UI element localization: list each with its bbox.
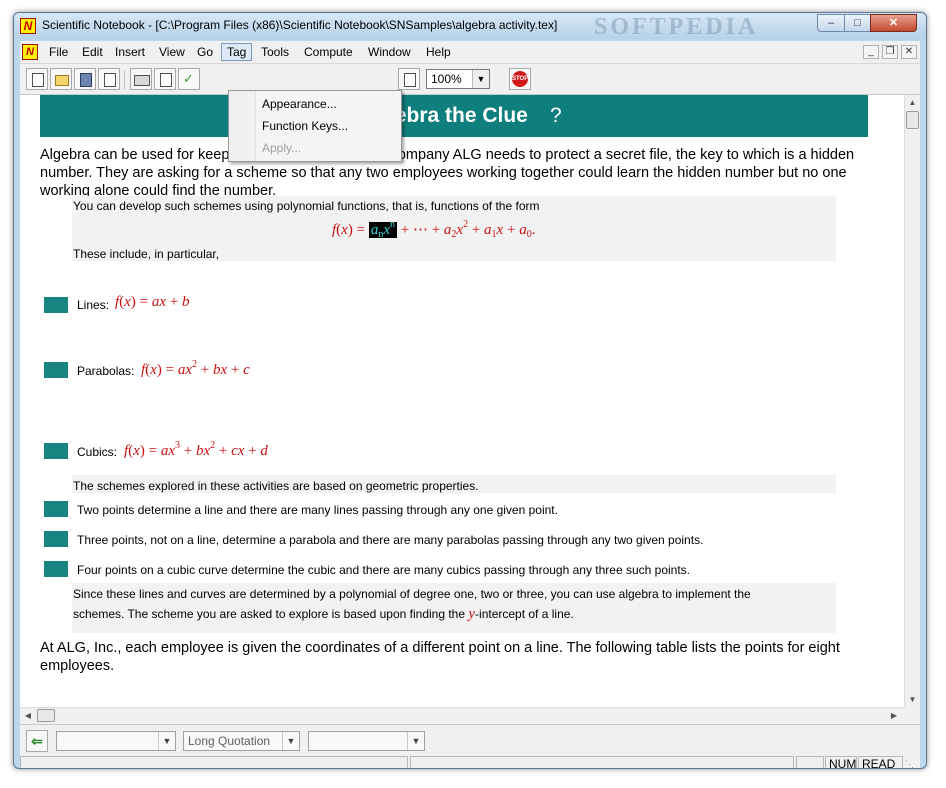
item-tag-select[interactable]: ▼: [56, 731, 176, 751]
vertical-scroll-thumb[interactable]: [906, 111, 919, 129]
text-tag-select[interactable]: ▼: [308, 731, 425, 751]
horizontal-scroll-thumb[interactable]: [37, 709, 55, 722]
minimize-button[interactable]: –: [817, 14, 845, 32]
menu-bar: N File Edit Insert View Go Tag Tools Com…: [20, 41, 920, 64]
maximize-button[interactable]: □: [844, 14, 871, 32]
scroll-up-icon[interactable]: ▲: [905, 95, 920, 110]
back-arrow-icon[interactable]: ⇐: [26, 730, 48, 752]
vertical-scrollbar[interactable]: ▲ ▼: [904, 95, 920, 707]
bullet-box: [44, 297, 68, 313]
toolbar-separator: [124, 70, 125, 90]
scrollbar-corner: [904, 707, 920, 723]
bullet-box: [44, 561, 68, 577]
menu-file[interactable]: File: [44, 44, 73, 60]
save-disk-icon[interactable]: [74, 68, 96, 90]
menu-go[interactable]: Go: [192, 44, 218, 60]
menu-tools[interactable]: Tools: [256, 44, 294, 60]
app-window: N Scientific Notebook - [C:\Program File…: [13, 12, 927, 769]
toolbar: ✓ 100% ▼ STOP: [20, 64, 920, 95]
section-tag-value: Long Quotation: [188, 734, 271, 748]
section-tag-select[interactable]: Long Quotation ▼: [183, 731, 300, 751]
stop-icon: STOP: [512, 71, 528, 87]
schemes-text: You can develop such schemes using polyn…: [73, 199, 540, 213]
status-bar: NUM READ ⋱: [20, 755, 920, 768]
chevron-down-icon[interactable]: ▼: [282, 732, 299, 750]
menu-view[interactable]: View: [154, 44, 190, 60]
cubics-formula: f(x) = ax3 + bx2 + cx + d: [124, 440, 268, 459]
tag-menu-dropdown: Appearance... Function Keys... Apply...: [228, 90, 402, 162]
geom-text: The schemes explored in these activities…: [73, 479, 479, 493]
parabolas-label: Parabolas:: [77, 364, 135, 378]
num-lock-indicator: NUM: [825, 756, 857, 768]
bullet-text: Four points on a cubic curve determine t…: [77, 563, 691, 577]
table-icon[interactable]: [398, 68, 420, 90]
status-info: [410, 756, 794, 768]
zoom-select[interactable]: 100% ▼: [426, 69, 490, 89]
menu-item-appearance[interactable]: Appearance...: [229, 94, 401, 114]
close-button[interactable]: ✕: [870, 14, 917, 32]
bullet-box: [44, 362, 68, 378]
open-folder-icon[interactable]: [50, 68, 72, 90]
since-text-a: schemes. The scheme you are asked to exp…: [73, 607, 469, 621]
scroll-left-icon[interactable]: ◀: [20, 708, 36, 723]
chevron-down-icon[interactable]: ▼: [472, 70, 489, 88]
lines-label: Lines:: [77, 298, 110, 312]
mdi-close-button[interactable]: ✕: [901, 45, 917, 59]
status-cell: [796, 756, 824, 768]
parabolas-formula: f(x) = ax2 + bx + c: [141, 359, 250, 378]
app-logo-icon: N: [20, 18, 36, 34]
page-title-qmark: ?: [550, 104, 562, 127]
client-area: N File Edit Insert View Go Tag Tools Com…: [20, 41, 920, 768]
window-title: Scientific Notebook - [C:\Program Files …: [42, 18, 558, 32]
title-bar[interactable]: N Scientific Notebook - [C:\Program File…: [14, 13, 926, 40]
menu-item-function-keys[interactable]: Function Keys...: [229, 116, 401, 136]
bullet-box: [44, 531, 68, 547]
polynomial-formula: f(x) = anxn + ⋯ + a2x2 + a1x + a0.: [332, 219, 536, 240]
menu-item-apply: Apply...: [262, 141, 302, 155]
watermark: SOFTPEDIA: [594, 14, 759, 40]
closing-paragraph: At ALG, Inc., each employee is given the…: [40, 640, 840, 674]
chevron-down-icon[interactable]: ▼: [158, 732, 175, 750]
heading-banner: gebra the Clue ?: [40, 95, 868, 137]
since-text-b: -intercept of a line.: [475, 607, 574, 621]
page-title: gebra the Clue: [382, 104, 528, 127]
include-text: These include, in particular,: [73, 247, 220, 261]
scroll-right-icon[interactable]: ▶: [886, 708, 902, 723]
stop-button[interactable]: STOP: [509, 68, 531, 90]
print-preview-icon[interactable]: [154, 68, 176, 90]
document-icon[interactable]: N: [22, 44, 38, 60]
read-mode-indicator: READ: [858, 756, 903, 768]
status-message: [20, 756, 408, 768]
since-text-line2: schemes. The scheme you are asked to exp…: [73, 606, 574, 623]
tag-toolbar: ⇐ ▼ Long Quotation ▼ ▼: [20, 724, 920, 755]
mdi-minimize-button[interactable]: _: [863, 45, 879, 59]
spell-check-icon[interactable]: ✓: [178, 68, 200, 90]
menu-insert[interactable]: Insert: [110, 44, 150, 60]
intro-paragraph: Algebra can be used for keeping (and tel…: [40, 147, 855, 199]
save-as-icon[interactable]: [98, 68, 120, 90]
menu-help[interactable]: Help: [421, 44, 456, 60]
since-text-line1: Since these lines and curves are determi…: [73, 587, 751, 601]
cubics-label: Cubics:: [77, 445, 118, 459]
resize-grip-icon[interactable]: ⋱: [905, 759, 914, 768]
chevron-down-icon[interactable]: ▼: [407, 732, 424, 750]
menu-window[interactable]: Window: [363, 44, 416, 60]
bullet-box: [44, 443, 68, 459]
menu-compute[interactable]: Compute: [299, 44, 358, 60]
menu-edit[interactable]: Edit: [77, 44, 108, 60]
horizontal-scrollbar[interactable]: ◀ ▶: [20, 707, 904, 723]
zoom-value: 100%: [431, 72, 462, 86]
document-area[interactable]: gebra the Clue ? Algebra can be used for…: [20, 95, 904, 707]
scroll-down-icon[interactable]: ▼: [905, 692, 920, 707]
selected-term[interactable]: anxn: [368, 219, 397, 240]
menu-tag[interactable]: Tag: [221, 43, 253, 61]
bullet-text: Two points determine a line and there ar…: [77, 503, 558, 517]
mdi-restore-button[interactable]: ❐: [882, 45, 898, 59]
print-icon[interactable]: [130, 68, 152, 90]
lines-formula: f(x) = ax + b: [115, 294, 190, 310]
bullet-text: Three points, not on a line, determine a…: [77, 533, 704, 547]
bullet-box: [44, 501, 68, 517]
new-document-icon[interactable]: [26, 68, 48, 90]
